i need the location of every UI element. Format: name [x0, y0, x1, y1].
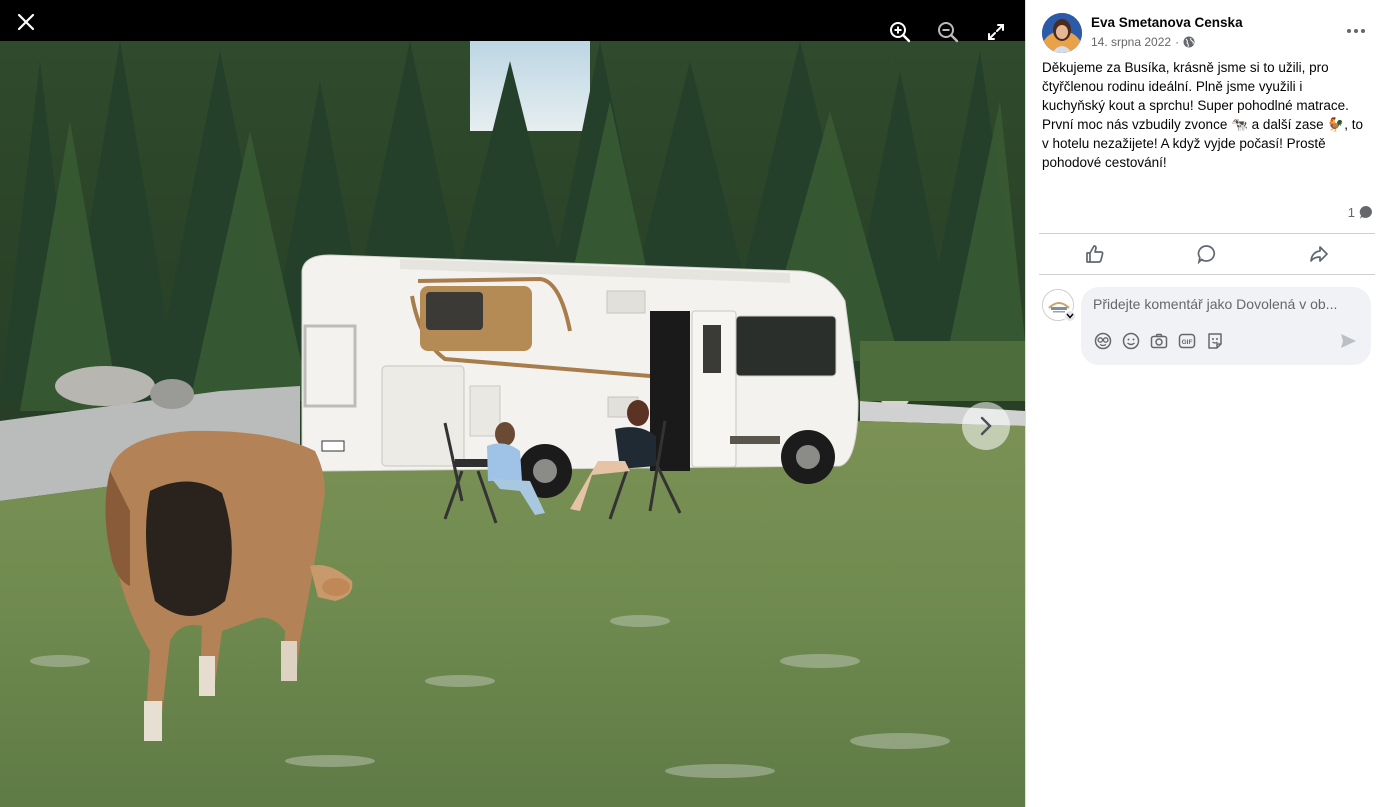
author-name[interactable]: Eva Smetanova Censka	[1091, 15, 1243, 30]
globe-icon	[1183, 36, 1195, 48]
post-meta: 14. srpna 2022 ·	[1091, 35, 1195, 49]
zoom-out-button[interactable]	[933, 17, 963, 47]
share-button[interactable]	[1263, 236, 1375, 272]
post-header: Eva Smetanova Censka 14. srpna 2022 ·	[1042, 13, 1368, 55]
comment-bubble-icon	[1359, 205, 1372, 219]
comment-box: GIF	[1081, 287, 1371, 365]
photo-viewer	[0, 0, 1025, 807]
gif-icon: GIF	[1178, 333, 1195, 348]
share-icon	[1310, 246, 1328, 262]
svg-text:GIF: GIF	[1181, 339, 1192, 346]
fullscreen-button[interactable]	[981, 17, 1011, 47]
sticker-icon	[1094, 332, 1111, 349]
fullscreen-icon	[988, 24, 1004, 40]
avatar[interactable]	[1042, 13, 1082, 53]
emoji-button[interactable]	[1121, 331, 1140, 350]
send-icon	[1341, 334, 1356, 348]
comment-input[interactable]	[1093, 296, 1361, 312]
like-button[interactable]	[1039, 236, 1151, 272]
avatar-sticker-icon	[1207, 332, 1222, 349]
send-button[interactable]	[1340, 333, 1357, 354]
post-actions	[1039, 236, 1375, 272]
profile-switch-button[interactable]	[1064, 310, 1076, 322]
camera-icon	[1150, 333, 1167, 348]
more-icon	[1347, 29, 1365, 33]
sticker-button[interactable]	[1093, 331, 1112, 350]
comment-composer: GIF	[1042, 287, 1372, 365]
post-date[interactable]: 14. srpna 2022	[1091, 35, 1171, 49]
post-text-line: pohodové cestování!	[1042, 155, 1167, 170]
photo-upload-button[interactable]	[1149, 331, 1168, 350]
zoom-out-icon	[938, 22, 959, 43]
post-text-line: v hotelu nezažijete! A když vyjde počasí…	[1042, 136, 1326, 151]
emoji-icon	[1122, 332, 1139, 349]
zoom-in-button[interactable]	[885, 17, 915, 47]
post-text-line: kuchyňský kout a sprchu! Super pohodlné …	[1042, 98, 1349, 113]
post-text-line: Děkujeme za Busíka, krásně jsme si to už…	[1042, 60, 1329, 75]
post-photo	[0, 41, 1025, 807]
comment-icon	[1197, 245, 1216, 264]
comments-count[interactable]: 1	[1348, 205, 1374, 220]
chevron-right-icon	[980, 416, 992, 436]
post-text-line: První moc nás vzbudily zvonce 🐄 a další …	[1042, 117, 1364, 132]
avatar-sticker-button[interactable]	[1205, 331, 1224, 350]
post-text-line: čtyřčlenou rodinu ideální. Plně jsme vyu…	[1042, 79, 1303, 94]
close-icon	[17, 13, 35, 31]
more-options-button[interactable]	[1344, 21, 1368, 41]
zoom-in-icon	[890, 22, 911, 43]
gif-button[interactable]: GIF	[1177, 331, 1196, 350]
post-text: Děkujeme za Busíka, krásně jsme si to už…	[1042, 58, 1364, 172]
comment-button[interactable]	[1151, 236, 1263, 272]
comments-count-value: 1	[1347, 205, 1355, 220]
meta-separator: ·	[1175, 35, 1180, 49]
divider	[1039, 233, 1375, 234]
close-button[interactable]	[11, 7, 41, 37]
thumbs-up-icon	[1086, 245, 1104, 263]
post-details-panel: Eva Smetanova Censka 14. srpna 2022 · Dě…	[1025, 0, 1384, 807]
comment-tools: GIF	[1093, 331, 1224, 350]
chevron-down-icon	[1066, 313, 1074, 319]
next-photo-button[interactable]	[962, 402, 1010, 450]
divider	[1039, 274, 1375, 275]
